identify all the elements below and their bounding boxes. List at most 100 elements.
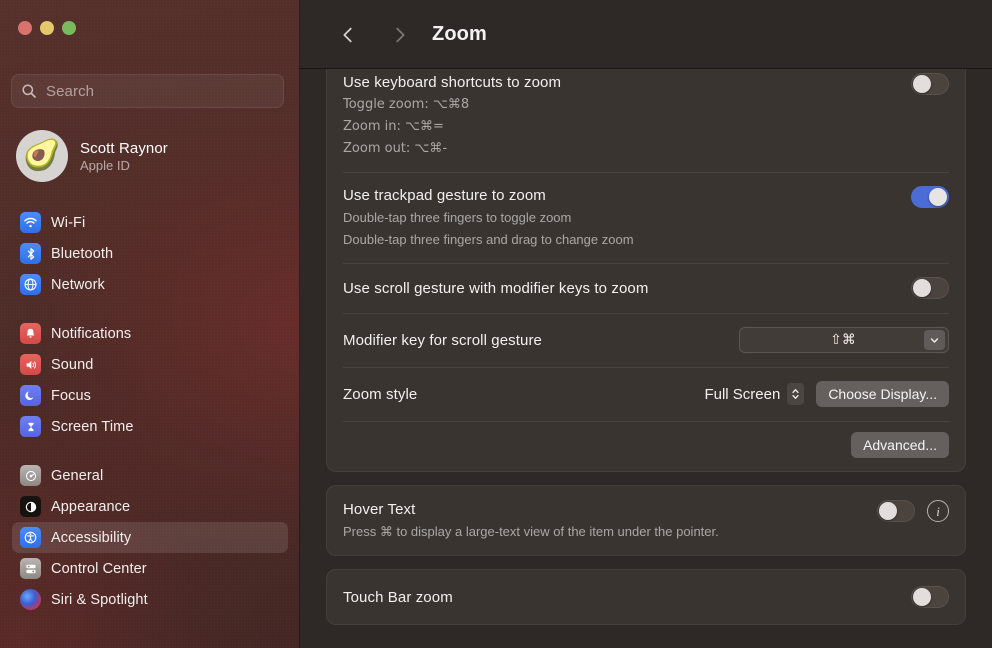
sidebar-item-general[interactable]: General <box>12 460 288 491</box>
sidebar-item-label: Network <box>51 277 105 293</box>
toggle-knob <box>913 588 931 606</box>
hover-text-row: Hover Text Press ⌘ to display a large-te… <box>343 486 949 555</box>
sidebar: Search 🥑 Scott Raynor Apple ID <box>0 0 300 648</box>
back-button[interactable] <box>328 15 368 55</box>
main-pane: Zoom Use keyboard shortcuts to zoom Togg… <box>300 0 992 648</box>
scroll-gesture-toggle[interactable] <box>911 277 949 299</box>
zoom-style-value: Full Screen <box>704 386 780 403</box>
sidebar-item-sound[interactable]: Sound <box>12 349 288 380</box>
sidebar-item-label: Wi-Fi <box>51 215 85 231</box>
toolbar: Zoom <box>300 0 992 69</box>
bell-icon <box>20 323 41 344</box>
keyboard-shortcuts-row: Use keyboard shortcuts to zoom Toggle zo… <box>343 69 949 172</box>
advanced-row: Advanced... <box>343 421 949 471</box>
zoom-options-card: Use keyboard shortcuts to zoom Toggle zo… <box>326 69 966 472</box>
page-title: Zoom <box>432 23 487 46</box>
chevron-up-down-icon <box>787 383 804 405</box>
sidebar-item-focus[interactable]: Focus <box>12 380 288 411</box>
trackpad-gesture-row: Use trackpad gesture to zoom Double-tap … <box>343 172 949 263</box>
sidebar-item-network[interactable]: Network <box>12 269 288 300</box>
sidebar-group-divider <box>12 442 288 460</box>
account-name: Scott Raynor <box>80 140 168 157</box>
siri-icon <box>20 589 41 610</box>
trackpad-gesture-title: Use trackpad gesture to zoom <box>343 186 634 205</box>
sidebar-group-connectivity: Wi-Fi Bluetooth <box>12 207 288 300</box>
maximize-window-button[interactable] <box>62 21 76 35</box>
trackpad-gesture-line-1: Double-tap three fingers to toggle zoom <box>343 208 634 227</box>
chevron-right-icon <box>389 24 411 46</box>
sidebar-item-accessibility[interactable]: Accessibility <box>12 522 288 553</box>
keyboard-shortcuts-line-zoom-in: Zoom in: ⌥⌘= <box>343 117 561 136</box>
sidebar-item-control-center[interactable]: Control Center <box>12 553 288 584</box>
scroll-gesture-title: Use scroll gesture with modifier keys to… <box>343 279 648 298</box>
sidebar-item-label: Appearance <box>51 499 130 515</box>
sidebar-search[interactable]: Search <box>11 74 284 108</box>
control-center-icon <box>20 558 41 579</box>
sidebar-group-divider <box>12 300 288 318</box>
hover-text-toggle[interactable] <box>877 500 915 522</box>
trackpad-gesture-toggle[interactable] <box>911 186 949 208</box>
sidebar-group-system: Notifications Sound <box>12 318 288 442</box>
avatar: 🥑 <box>16 130 68 182</box>
moon-icon <box>20 385 41 406</box>
sidebar-item-label: Control Center <box>51 561 147 577</box>
minimize-window-button[interactable] <box>40 21 54 35</box>
modifier-key-select[interactable]: ⇧⌘ <box>739 327 949 353</box>
toggle-knob <box>913 279 931 297</box>
sidebar-item-wi-fi[interactable]: Wi-Fi <box>12 207 288 238</box>
sidebar-item-label: Notifications <box>51 326 131 342</box>
chevron-down-icon <box>924 330 945 350</box>
touch-bar-zoom-title: Touch Bar zoom <box>343 588 453 607</box>
search-icon <box>21 83 37 99</box>
bluetooth-icon <box>20 243 41 264</box>
accessibility-icon <box>20 527 41 548</box>
trackpad-gesture-line-2: Double-tap three fingers and drag to cha… <box>343 230 634 249</box>
toggle-knob <box>913 75 931 93</box>
touch-bar-zoom-row: Touch Bar zoom <box>343 570 949 624</box>
choose-display-button[interactable]: Choose Display... <box>816 381 949 407</box>
account-row[interactable]: 🥑 Scott Raynor Apple ID <box>12 128 288 184</box>
gear-icon <box>20 465 41 486</box>
forward-button[interactable] <box>380 15 420 55</box>
system-settings-window: Search 🥑 Scott Raynor Apple ID <box>0 0 992 648</box>
keyboard-shortcuts-toggle[interactable] <box>911 73 949 95</box>
toggle-knob <box>929 188 947 206</box>
toolbar-separator <box>300 68 992 69</box>
scroll-gesture-row: Use scroll gesture with modifier keys to… <box>343 263 949 313</box>
hover-text-card: Hover Text Press ⌘ to display a large-te… <box>326 485 966 556</box>
zoom-style-select[interactable]: Full Screen <box>704 383 804 405</box>
hourglass-icon <box>20 416 41 437</box>
sidebar-item-notifications[interactable]: Notifications <box>12 318 288 349</box>
sidebar-item-label: Accessibility <box>51 530 131 546</box>
search-input[interactable]: Search <box>11 74 284 108</box>
sidebar-item-siri-and-spotlight[interactable]: Siri & Spotlight <box>12 584 288 615</box>
advanced-button[interactable]: Advanced... <box>851 432 949 458</box>
modifier-key-title: Modifier key for scroll gesture <box>343 331 542 350</box>
sidebar-item-bluetooth[interactable]: Bluetooth <box>12 238 288 269</box>
modifier-key-value: ⇧⌘ <box>740 332 924 348</box>
contrast-icon <box>20 496 41 517</box>
speaker-icon <box>20 354 41 375</box>
settings-scroll-area[interactable]: Use keyboard shortcuts to zoom Toggle zo… <box>300 69 992 648</box>
account-subtitle: Apple ID <box>80 158 168 173</box>
sidebar-item-label: General <box>51 468 103 484</box>
sidebar-nav: Wi-Fi Bluetooth <box>12 207 288 615</box>
hover-text-title: Hover Text <box>343 500 719 519</box>
sidebar-item-label: Bluetooth <box>51 246 113 262</box>
hover-text-info-button[interactable]: i <box>927 500 949 522</box>
sidebar-group-preferences: General Appearance <box>12 460 288 615</box>
network-icon <box>20 274 41 295</box>
keyboard-shortcuts-title: Use keyboard shortcuts to zoom <box>343 73 561 92</box>
keyboard-shortcuts-line-zoom-out: Zoom out: ⌥⌘- <box>343 139 561 158</box>
hover-text-subtitle: Press ⌘ to display a large-text view of … <box>343 522 719 541</box>
touch-bar-zoom-card: Touch Bar zoom <box>326 569 966 625</box>
sidebar-item-screen-time[interactable]: Screen Time <box>12 411 288 442</box>
modifier-key-row: Modifier key for scroll gesture ⇧⌘ <box>343 313 949 367</box>
sidebar-item-appearance[interactable]: Appearance <box>12 491 288 522</box>
sidebar-item-label: Sound <box>51 357 93 373</box>
toggle-knob <box>879 502 897 520</box>
wifi-icon <box>20 212 41 233</box>
close-window-button[interactable] <box>18 21 32 35</box>
zoom-style-title: Zoom style <box>343 385 417 404</box>
touch-bar-zoom-toggle[interactable] <box>911 586 949 608</box>
